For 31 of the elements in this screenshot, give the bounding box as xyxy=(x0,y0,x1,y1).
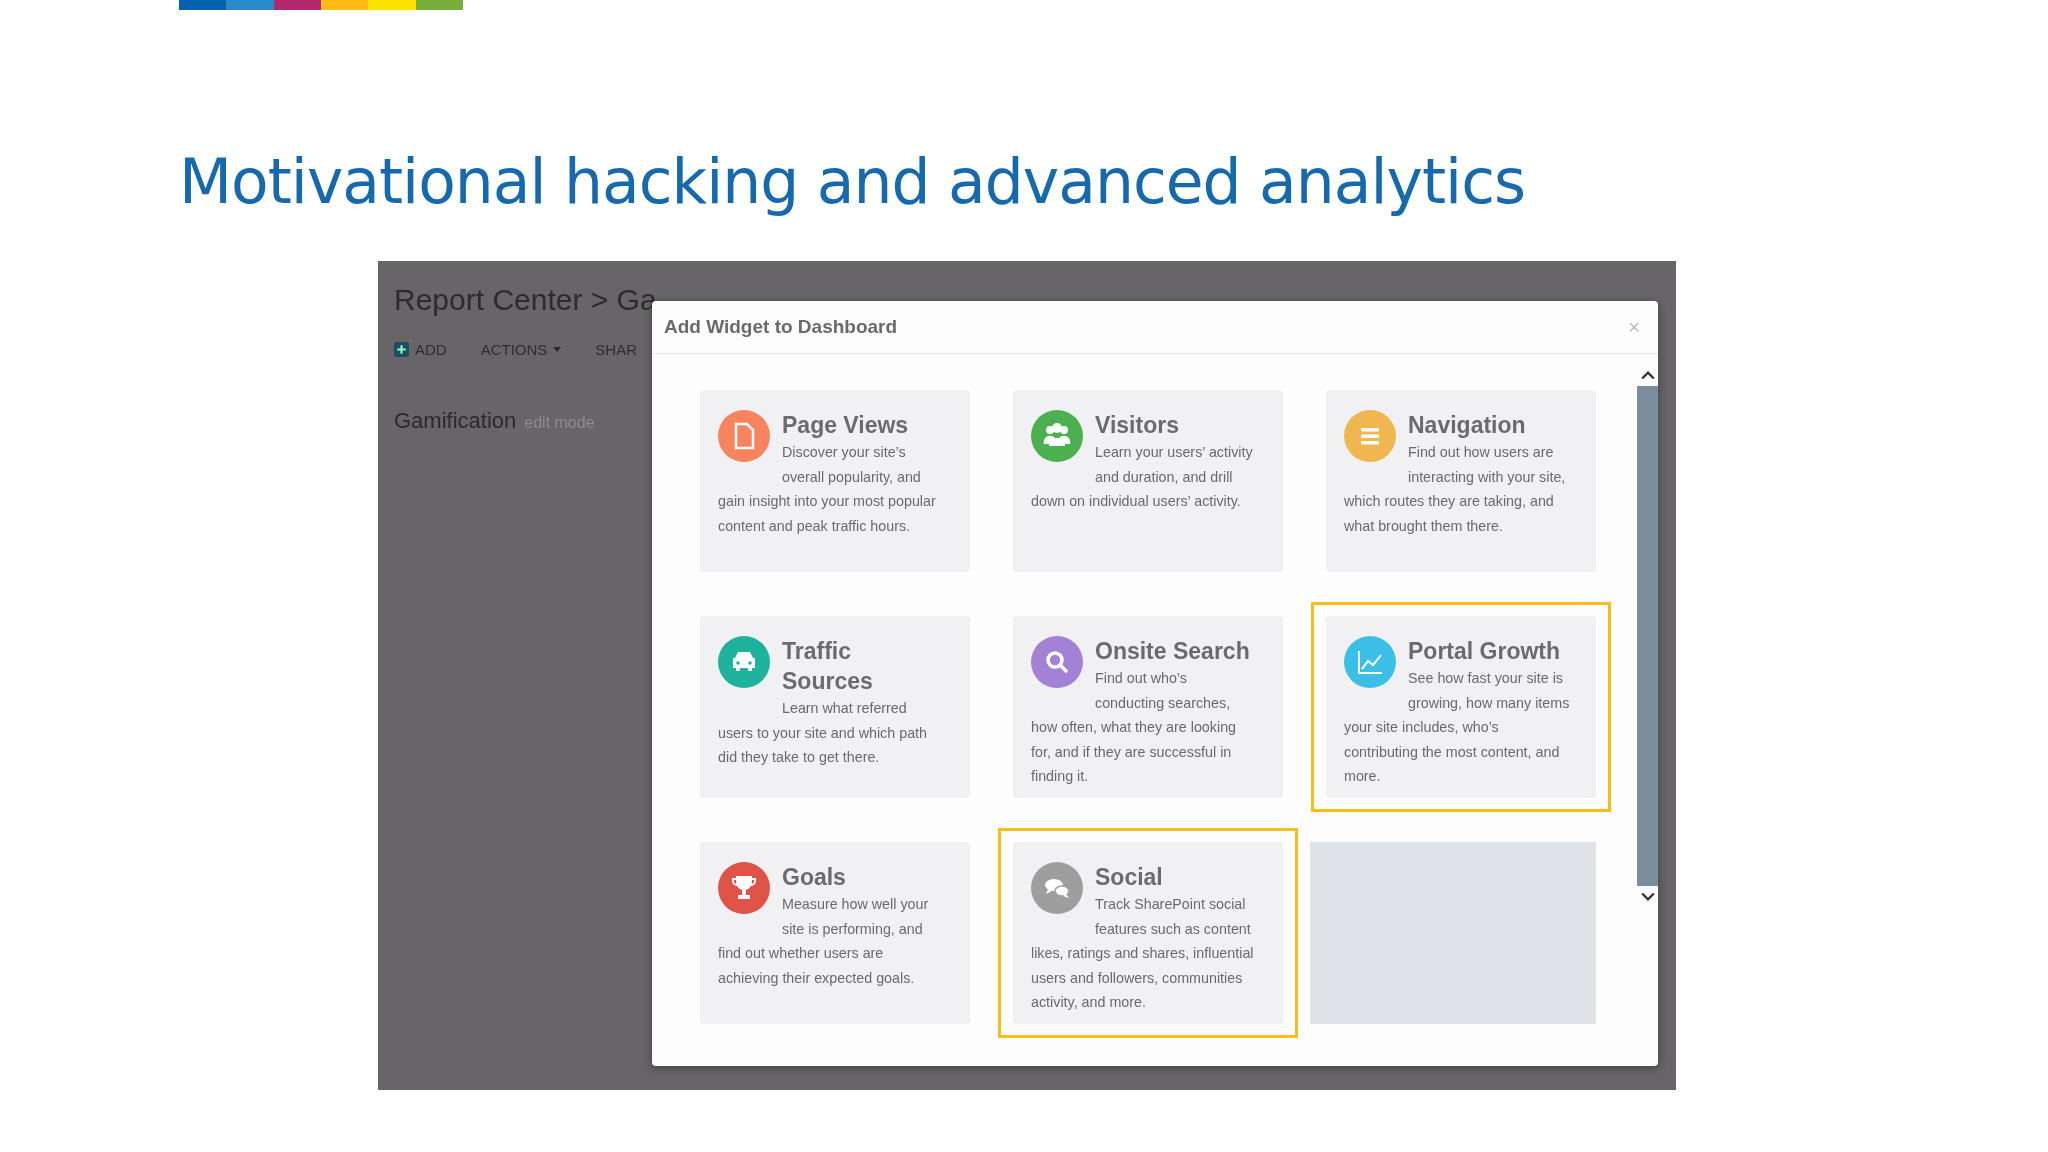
dialog-title: Add Widget to Dashboard xyxy=(664,316,898,338)
widget-card[interactable]: Social Track SharePoint social features such as content likes, ratings and shares, influential users and followers, communities activity, and more. xyxy=(1013,842,1283,1024)
widget-title: Page Views xyxy=(781,411,910,440)
scroll-up-icon[interactable] xyxy=(1640,370,1655,380)
scroll-down-icon[interactable] xyxy=(1640,892,1655,902)
widget-description: Learn what referred users to your site and which path did they take to get there. xyxy=(718,699,928,767)
widget-title: Visitors xyxy=(1094,411,1180,440)
widget-card[interactable]: Traffic Sources Learn what referred users to your site and which path did they take to get there. xyxy=(700,616,970,798)
caret-icon xyxy=(553,347,562,352)
page-heading: Gamification xyxy=(394,408,517,434)
widget-title: Onsite Search xyxy=(1094,637,1251,666)
widget-card[interactable]: Onsite Search Find out who’s conducting searches, how often, what they are looking for, and if they are successful in finding it. xyxy=(1013,616,1283,798)
widget-description: Learn your users’ activity and duration, and drill down on individual users’ activity. xyxy=(1031,443,1254,511)
widget-description: See how fast your site is growing, how many items your site includes, who’s contributing the most content, and more. xyxy=(1344,669,1570,786)
widget-title: Navigation xyxy=(1407,411,1527,440)
widget-title: Traffic Sources xyxy=(781,637,874,696)
widget-description: Find out how users are interacting with your site, which routes they are taking, and what brought them there. xyxy=(1344,443,1567,536)
widget-card[interactable]: Portal Growth See how fast your site is growing, how many items your site includes, who’s contributing the most content, and more. xyxy=(1326,616,1596,798)
widget-description: Track SharePoint social features such as content likes, ratings and shares, influential users and followers, communities activity, and more. xyxy=(1031,895,1255,1012)
widget-title: Goals xyxy=(781,863,847,892)
slide-title: Motivational hacking and advanced analytics xyxy=(179,147,1526,218)
widget-description: Measure how well your site is performing, and find out whether users are achieving their expected goals. xyxy=(718,895,930,988)
widget-card[interactable]: Visitors Learn your users’ activity and duration, and drill down on individual users’ activity. xyxy=(1013,390,1283,572)
widget-card[interactable]: Goals Measure how well your site is performing, and find out whether users are achieving their expected goals. xyxy=(700,842,970,1024)
widget-title: Social xyxy=(1094,863,1164,892)
widget-card[interactable]: Page Views Discover your site’s overall popularity, and gain insight into your most popular content and peak traffic hours. xyxy=(700,390,970,572)
widget-description: Find out who’s conducting searches, how often, what they are looking for, and if they are successful in finding it. xyxy=(1031,669,1238,786)
widget-card[interactable]: Navigation Find out how users are interacting with your site, which routes they are taking, and what brought them there. xyxy=(1326,390,1596,572)
plus-icon xyxy=(394,342,409,357)
widget-description: Discover your site’s overall popularity, and gain insight into your most popular content and peak traffic hours. xyxy=(718,443,937,536)
widget-title: Portal Growth xyxy=(1407,637,1562,666)
